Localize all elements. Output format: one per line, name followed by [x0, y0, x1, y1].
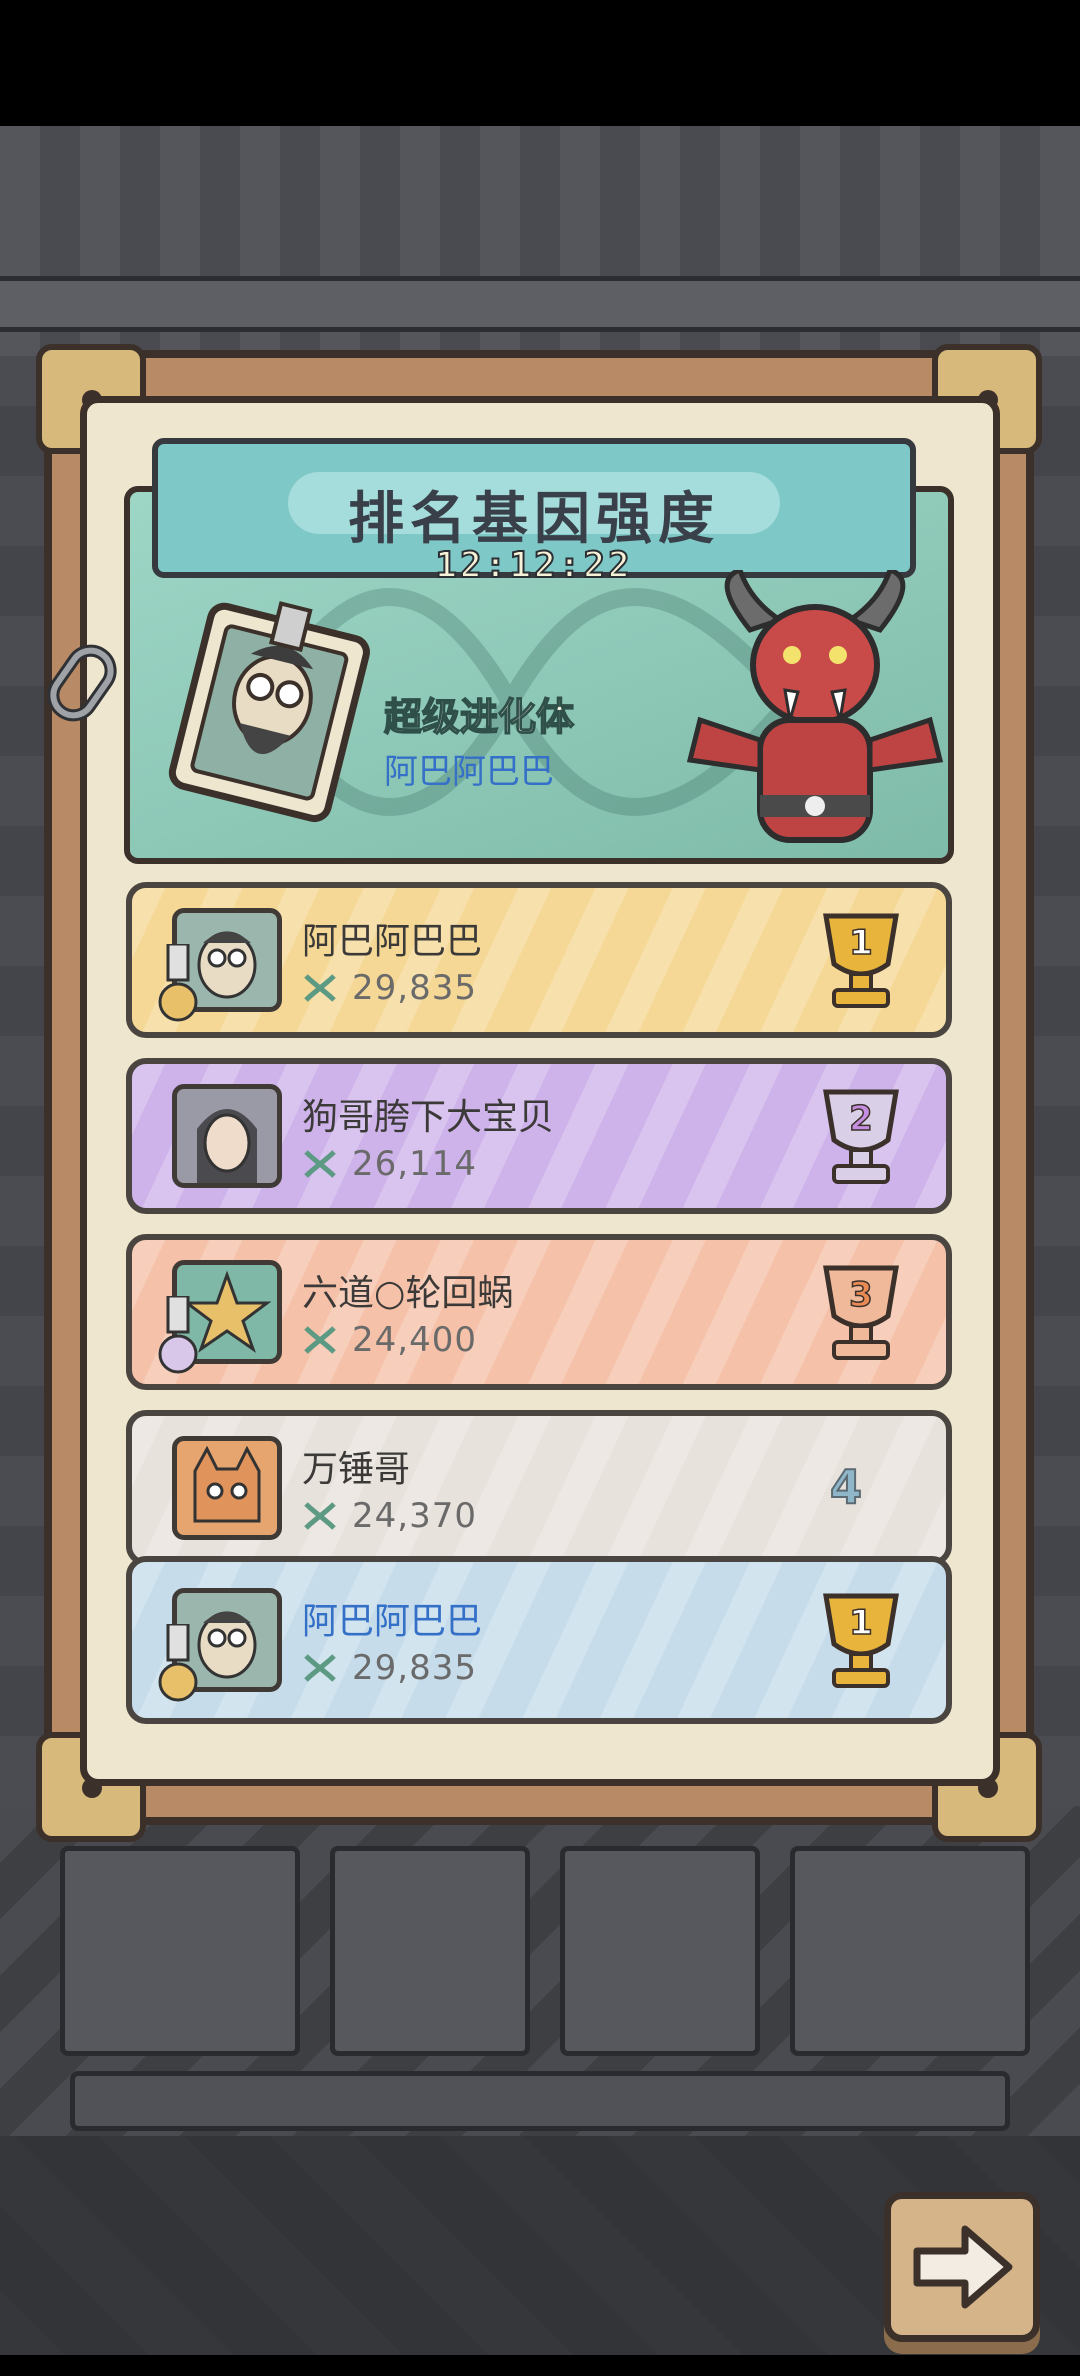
- dna-icon: [304, 974, 336, 1002]
- medal-icon: [158, 1624, 198, 1702]
- champion-title: 超级进化体: [383, 694, 575, 740]
- champion-portrait[interactable]: [160, 590, 380, 830]
- player-name: 万锤哥: [302, 1449, 411, 1490]
- trophy-icon: 1: [823, 1593, 899, 1688]
- player-name: 狗哥胯下大宝贝: [302, 1097, 555, 1138]
- trophy-icon: 3: [823, 1265, 899, 1360]
- rank-number: 1: [849, 1603, 873, 1643]
- rank-number: 1: [849, 923, 873, 963]
- title-plate: 排名基因强度 12:12:22: [152, 438, 916, 587]
- self-entry-row[interactable]: 阿巴阿巴巴 29,835 1: [126, 1556, 952, 1724]
- player-score: 29,835: [352, 1648, 477, 1688]
- trophy-icon: 2: [823, 1089, 899, 1184]
- player-score: 26,114: [352, 1144, 477, 1184]
- rank-number: 2: [849, 1099, 873, 1139]
- rank-badge: 4: [796, 1456, 896, 1526]
- arrow-right-icon: [913, 2225, 1013, 2309]
- dna-icon: [304, 1502, 336, 1530]
- page-title: 排名基因强度: [348, 487, 720, 552]
- player-name: 阿巴阿巴巴: [302, 921, 483, 962]
- chain-link-icon: [47, 644, 117, 722]
- player-score: 24,400: [352, 1320, 477, 1360]
- background-machinery-top: [0, 126, 1080, 356]
- demon-mascot: [686, 570, 944, 843]
- trophy-icon: 1: [823, 913, 899, 1008]
- navigation-bar: [0, 2355, 1080, 2376]
- champion-name[interactable]: 阿巴阿巴巴: [384, 744, 554, 793]
- player-score: 24,370: [352, 1496, 477, 1536]
- dna-icon: [304, 1150, 336, 1178]
- leaderboard-row-2[interactable]: 狗哥胯下大宝贝 26,114 2: [126, 1058, 952, 1214]
- leaderboard-row-4[interactable]: 万锤哥 24,370 4: [126, 1410, 952, 1566]
- dna-icon: [304, 1326, 336, 1354]
- rank-number: 3: [849, 1275, 873, 1315]
- player-name: 六道○轮回蜗: [302, 1273, 514, 1314]
- medal-icon: [158, 944, 198, 1022]
- background-machinery-bottom: [0, 1806, 1080, 2136]
- leaderboard-row-1[interactable]: 阿巴阿巴巴 29,835 1: [126, 882, 952, 1038]
- rank-number: 4: [829, 1459, 863, 1515]
- status-bar: [0, 0, 1080, 126]
- dna-icon: [304, 1654, 336, 1682]
- player-name: 阿巴阿巴巴: [302, 1601, 483, 1642]
- avatar: [172, 1436, 282, 1540]
- medal-icon: [158, 1296, 198, 1374]
- next-button[interactable]: [884, 2192, 1040, 2342]
- leaderboard-row-3[interactable]: 六道○轮回蜗 24,400 3: [126, 1234, 952, 1390]
- player-score: 29,835: [352, 968, 477, 1008]
- avatar: [172, 1084, 282, 1188]
